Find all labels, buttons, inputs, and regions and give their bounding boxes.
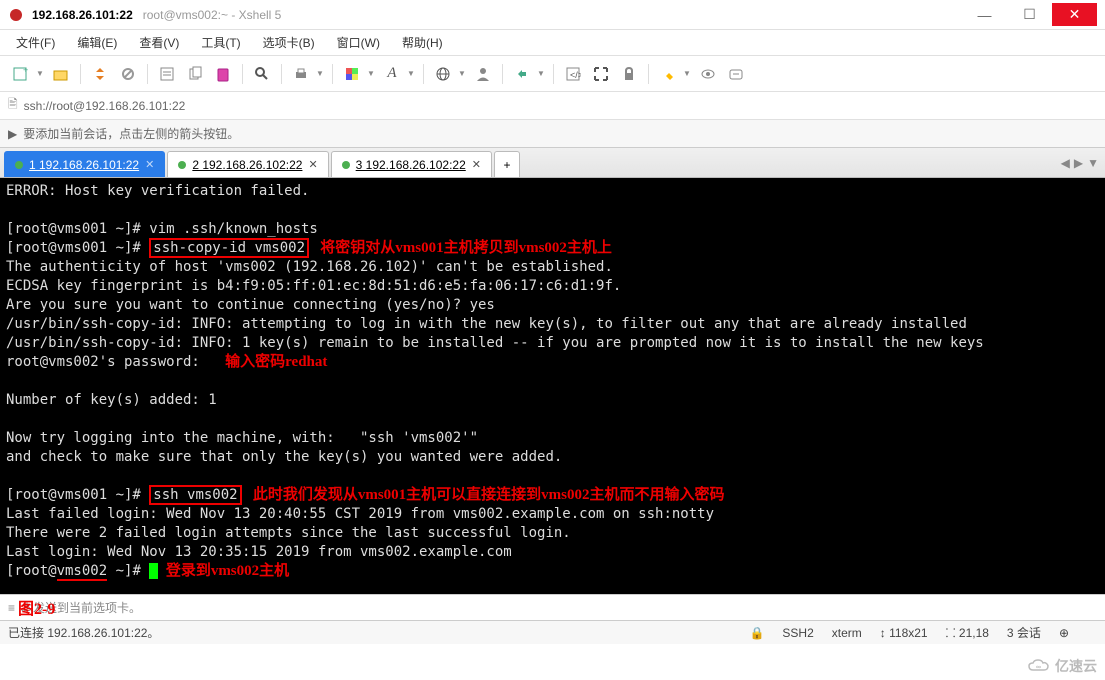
menu-edit[interactable]: 编辑(E) bbox=[69, 32, 125, 53]
dropdown-icon[interactable]: ▼ bbox=[316, 69, 326, 78]
script-icon[interactable]: </> bbox=[560, 61, 586, 87]
status-sessions: 3 会话 bbox=[1007, 624, 1041, 641]
annotation: 此时我们发现从vms001主机可以直接连接到vms002主机而不用输入密码 bbox=[242, 487, 725, 503]
highlighted-command: ssh vms002 bbox=[149, 485, 241, 505]
terminal[interactable]: ERROR: Host key verification failed. [ro… bbox=[0, 178, 1105, 594]
tab-label: 1 192.168.26.101:22 bbox=[29, 158, 139, 172]
lock-icon: 🔒 bbox=[749, 626, 764, 640]
svg-text:+: + bbox=[23, 65, 28, 75]
menu-window[interactable]: 窗口(W) bbox=[329, 32, 388, 53]
menu-tools[interactable]: 工具(T) bbox=[193, 32, 248, 53]
figure-label: 图2-9 bbox=[18, 595, 55, 619]
status-dot-icon bbox=[178, 161, 186, 169]
session-tab-3[interactable]: 3 192.168.26.102:22 ✕ bbox=[331, 151, 492, 177]
window-title-main: 192.168.26.101:22 bbox=[32, 8, 133, 22]
reconnect-icon[interactable] bbox=[87, 61, 113, 87]
open-icon[interactable] bbox=[48, 61, 74, 87]
paste-icon[interactable] bbox=[210, 61, 236, 87]
tab-label: 3 192.168.26.102:22 bbox=[356, 158, 466, 172]
dropdown-icon[interactable]: ▼ bbox=[458, 69, 468, 78]
tab-label: 2 192.168.26.102:22 bbox=[192, 158, 302, 172]
annotation: 将密钥对从vms001主机拷贝到vms002主机上 bbox=[309, 240, 612, 256]
maximize-button[interactable]: ☐ bbox=[1007, 3, 1052, 26]
print-icon[interactable] bbox=[288, 61, 314, 87]
app-icon bbox=[8, 7, 24, 23]
annotation: 登录到vms002主机 bbox=[158, 563, 289, 579]
expand-icon[interactable]: ≡ bbox=[8, 601, 15, 615]
add-tab-button[interactable]: + bbox=[494, 151, 520, 177]
minimize-button[interactable]: — bbox=[962, 3, 1007, 26]
status-dot-icon bbox=[342, 161, 350, 169]
status-connection: 已连接 192.168.26.101:22。 bbox=[8, 624, 159, 641]
tab-next-icon[interactable]: ▶ bbox=[1074, 156, 1083, 170]
tab-close-icon[interactable]: ✕ bbox=[145, 158, 154, 171]
dropdown-icon[interactable]: ▼ bbox=[407, 69, 417, 78]
link-icon: 🖹 bbox=[8, 95, 18, 116]
annotation: 输入密码redhat bbox=[225, 354, 327, 370]
properties-icon[interactable] bbox=[154, 61, 180, 87]
session-tab-2[interactable]: 2 192.168.26.102:22 ✕ bbox=[167, 151, 328, 177]
copy-icon[interactable] bbox=[182, 61, 208, 87]
encoding-icon[interactable] bbox=[430, 61, 456, 87]
close-button[interactable]: ✕ bbox=[1052, 3, 1097, 26]
compose-icon[interactable] bbox=[723, 61, 749, 87]
dropdown-icon[interactable]: ▼ bbox=[537, 69, 547, 78]
titlebar: 192.168.26.101:22 root@vms002:~ - Xshell… bbox=[0, 0, 1105, 30]
fullscreen-icon[interactable] bbox=[588, 61, 614, 87]
hint-bar: ▶ 要添加当前会话，点击左侧的箭头按钮。 bbox=[0, 120, 1105, 148]
highlight-icon[interactable] bbox=[655, 61, 681, 87]
disconnect-icon[interactable] bbox=[115, 61, 141, 87]
menu-tabs[interactable]: 选项卡(B) bbox=[255, 32, 323, 53]
toolbar: + ▼ ▼ ▼ A ▼ ▼ ▼ </> ▼ bbox=[0, 56, 1105, 92]
window-title-sub: root@vms002:~ - Xshell 5 bbox=[143, 8, 282, 22]
tab-menu-icon[interactable]: ▼ bbox=[1087, 156, 1099, 170]
svg-text:∞: ∞ bbox=[1036, 664, 1041, 671]
highlighted-command: ssh-copy-id vms002 bbox=[149, 238, 309, 258]
status-protocol: SSH2 bbox=[782, 626, 813, 640]
highlighted-hostname: vms002 bbox=[57, 563, 108, 581]
cursor bbox=[149, 563, 158, 579]
status-dot-icon bbox=[15, 161, 23, 169]
colorscheme-icon[interactable] bbox=[339, 61, 365, 87]
send-bar: ≡ 本发送到当前选项卡。 bbox=[0, 594, 1105, 620]
status-bar: 已连接 192.168.26.101:22。 🔒 SSH2 xterm ↕ 11… bbox=[0, 620, 1105, 644]
address-bar: 🖹 ssh://root@192.168.26.101:22 bbox=[0, 92, 1105, 120]
session-tab-1[interactable]: 1 192.168.26.101:22 ✕ bbox=[4, 151, 165, 177]
status-plus-icon[interactable]: ⊕ bbox=[1059, 626, 1069, 640]
status-term: xterm bbox=[832, 626, 862, 640]
new-session-icon[interactable]: + bbox=[8, 61, 34, 87]
address-text[interactable]: ssh://root@192.168.26.101:22 bbox=[24, 99, 1097, 113]
dropdown-icon[interactable]: ▼ bbox=[683, 69, 693, 78]
tab-close-icon[interactable]: ✕ bbox=[308, 158, 317, 171]
tab-close-icon[interactable]: ✕ bbox=[472, 158, 481, 171]
menu-view[interactable]: 查看(V) bbox=[131, 32, 187, 53]
tunnel-icon[interactable] bbox=[695, 61, 721, 87]
svg-text:</>: </> bbox=[570, 70, 581, 80]
transfer-icon[interactable] bbox=[509, 61, 535, 87]
status-cursor-pos: ⸬ 21,18 bbox=[946, 624, 989, 641]
find-icon[interactable] bbox=[249, 61, 275, 87]
font-icon[interactable]: A bbox=[379, 61, 405, 87]
tab-nav: ◀ ▶ ▼ bbox=[1055, 148, 1105, 177]
menu-help[interactable]: 帮助(H) bbox=[394, 32, 451, 53]
tab-prev-icon[interactable]: ◀ bbox=[1061, 156, 1070, 170]
lock-icon[interactable] bbox=[616, 61, 642, 87]
watermark: ∞ 亿速云 bbox=[1027, 656, 1097, 676]
menu-file[interactable]: 文件(F) bbox=[8, 32, 63, 53]
dropdown-icon[interactable]: ▼ bbox=[36, 69, 46, 78]
tab-bar: 1 192.168.26.101:22 ✕ 2 192.168.26.102:2… bbox=[0, 148, 1105, 178]
status-size: ↕ 118x21 bbox=[880, 626, 928, 640]
hint-text: 要添加当前会话，点击左侧的箭头按钮。 bbox=[23, 125, 239, 142]
menubar: 文件(F) 编辑(E) 查看(V) 工具(T) 选项卡(B) 窗口(W) 帮助(… bbox=[0, 30, 1105, 56]
user-icon[interactable] bbox=[470, 61, 496, 87]
dropdown-icon[interactable]: ▼ bbox=[367, 69, 377, 78]
hint-arrow-icon[interactable]: ▶ bbox=[8, 127, 17, 141]
